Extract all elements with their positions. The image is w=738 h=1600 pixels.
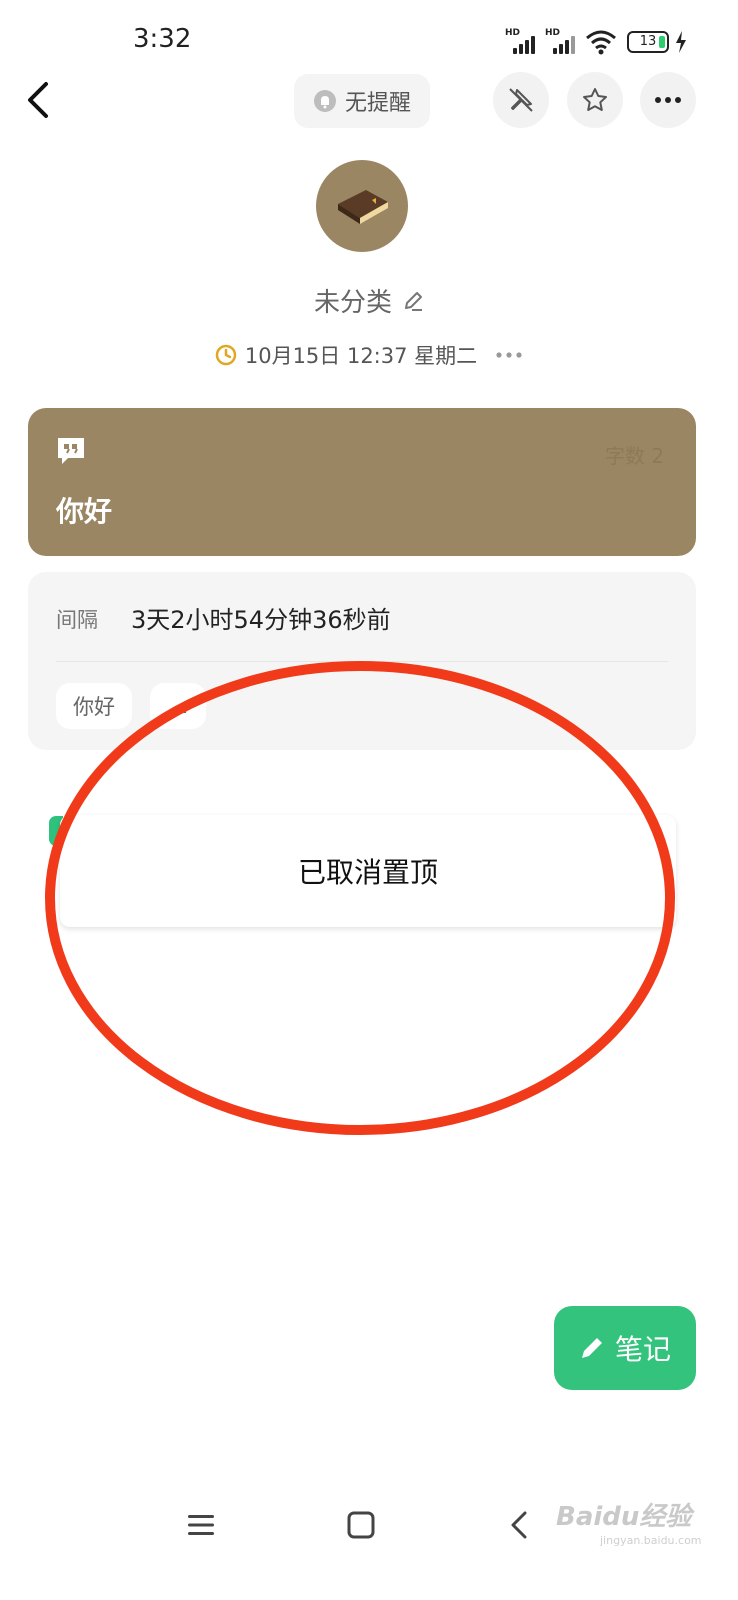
toast-message: 已取消置顶 (60, 815, 676, 927)
reminder-button[interactable]: 无提醒 (294, 74, 430, 128)
pin-button[interactable] (493, 72, 549, 128)
battery-level: 13 (639, 34, 657, 49)
more-dots-icon (496, 352, 522, 358)
nav-back-button[interactable] (494, 1500, 544, 1550)
category-name: 未分类 (313, 288, 392, 318)
datetime-text: 10月15日 12:37 星期二 (244, 344, 478, 368)
note-card[interactable] (28, 408, 696, 556)
note-text: 你好 (56, 495, 113, 528)
status-time: 3:32 (133, 24, 192, 54)
clock-icon (215, 344, 237, 366)
watermark: Baidu经验 (556, 1502, 692, 1532)
signal-icon-2: HD (545, 28, 579, 56)
back-button[interactable] (18, 78, 62, 122)
datetime-row[interactable]: 10月15日 12:37 星期二 (0, 340, 738, 370)
pencil-icon (581, 1338, 602, 1358)
interval-value: 3天2小时54分钟36秒前 (131, 606, 391, 634)
favorite-button[interactable] (567, 72, 623, 128)
status-icons: HD HD 13 (505, 26, 687, 58)
quote-icon (58, 438, 84, 464)
signal-hd-label-2: HD (545, 28, 561, 38)
more-icon (655, 97, 681, 103)
divider (56, 661, 668, 662)
chevron-left-icon (28, 82, 48, 118)
category-title[interactable]: 未分类 (0, 282, 738, 319)
category-avatar[interactable] (316, 160, 408, 252)
new-note-button[interactable]: 笔记 (554, 1306, 696, 1390)
home-square-icon (347, 1511, 375, 1539)
reminder-label: 无提醒 (344, 91, 411, 116)
new-note-label: 笔记 (614, 1333, 671, 1366)
notebook-icon (338, 190, 388, 224)
more-button[interactable] (640, 72, 696, 128)
interval-label: 间隔 (56, 608, 98, 632)
tag-chip[interactable]: … (150, 683, 206, 729)
battery-icon: 13 (627, 31, 669, 53)
nav-home-button[interactable] (336, 1500, 386, 1550)
signal-hd-label: HD (505, 28, 521, 38)
bell-icon (313, 90, 336, 112)
nav-menu-button[interactable] (176, 1500, 226, 1550)
star-icon (583, 88, 607, 111)
pin-icon (509, 88, 533, 112)
signal-icon: HD (505, 28, 539, 56)
word-count: 字数 2 (605, 444, 665, 468)
tag-chip[interactable]: 你好 (56, 683, 132, 729)
edit-pencil-icon (405, 291, 422, 311)
wifi-icon (586, 30, 616, 55)
nav-back-icon (511, 1511, 527, 1539)
charging-icon (676, 31, 686, 53)
watermark-url: jingyan.baidu.com (600, 1534, 702, 1547)
menu-icon (188, 1515, 214, 1535)
